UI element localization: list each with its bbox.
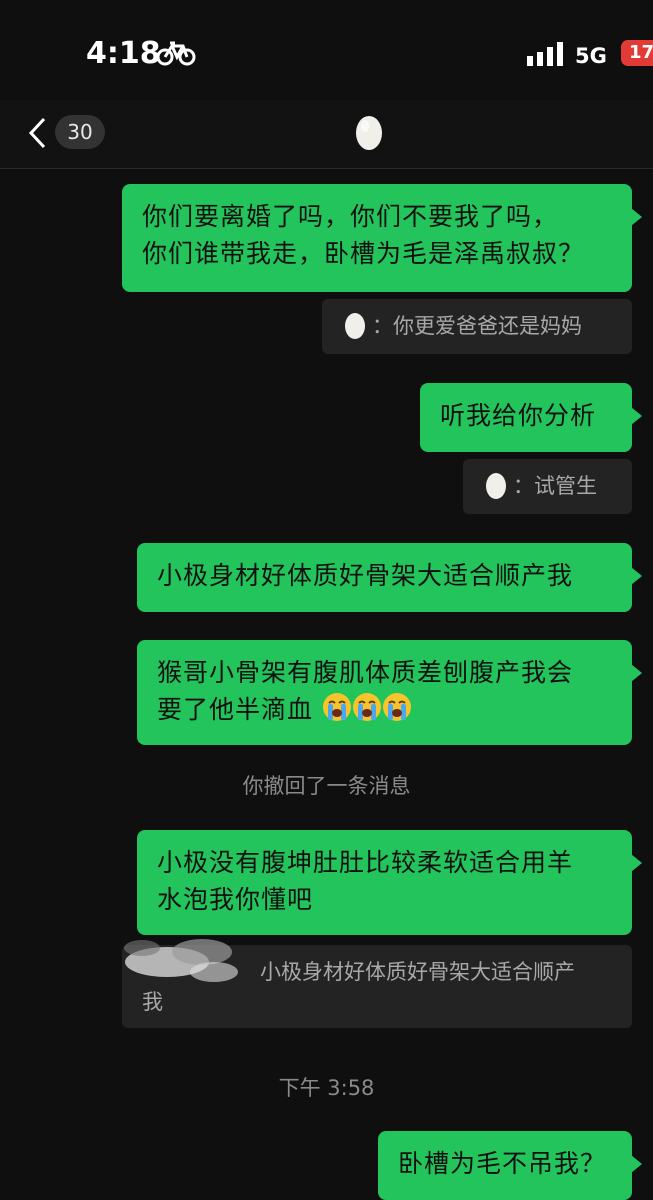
message-line: 猴哥小骨架有腹肌体质差刨腹产我会 — [157, 658, 574, 687]
network-label: 5G — [575, 44, 607, 68]
blurred-sticker-image — [124, 939, 238, 982]
message-line: 你们谁带我走，卧槽为毛是泽禹叔叔？ — [142, 239, 585, 268]
message-line: 水泡我你懂吧 — [157, 885, 314, 914]
quote-prefix: ： — [513, 474, 534, 498]
chat-bubble[interactable]: 小极没有腹坤肚肚比较柔软适合用羊 水泡我你懂吧 — [137, 830, 642, 935]
quote-text: 你更爱爸爸还是妈妈 — [393, 314, 582, 338]
chat-bubble[interactable]: 卧槽为毛不吊我？ — [378, 1131, 642, 1200]
chat-bubble[interactable]: 小极身材好体质好骨架大适合顺产我 — [137, 543, 642, 612]
message-line-with-emoji: 要了他半滴血 — [157, 691, 612, 728]
bicycle-icon — [156, 41, 196, 66]
recall-notice: 你撤回了一条消息 — [242, 774, 411, 798]
egg-icon — [486, 473, 506, 499]
signal-icon — [527, 42, 563, 66]
message-text: 听我给你分析 — [440, 401, 597, 430]
message-text: 小极身材好体质好骨架大适合顺产我 — [157, 561, 574, 590]
quote-text: 试管生 — [534, 474, 597, 498]
status-time: 4:18 — [86, 36, 161, 71]
chevron-left-icon[interactable] — [26, 116, 48, 150]
status-bar: 4:18 5G 17 — [0, 0, 653, 100]
chat-bubble[interactable]: 你们要离婚了吗，你们不要我了吗， 你们谁带我走，卧槽为毛是泽禹叔叔？ — [122, 184, 642, 292]
quoted-message[interactable]: ：你更爱爸爸还是妈妈 — [322, 299, 632, 354]
message-text: 要了他半滴血 — [157, 695, 314, 724]
chat-bubble[interactable]: 听我给你分析 — [420, 383, 642, 452]
message-text: 卧槽为毛不吊我？ — [398, 1149, 607, 1178]
quote-line: 我 — [142, 990, 163, 1014]
message-line: 你们要离婚了吗，你们不要我了吗， — [142, 202, 559, 231]
quoted-message[interactable]: ：试管生 — [463, 459, 632, 514]
timestamp: 下午 3:58 — [278, 1076, 375, 1100]
egg-icon — [345, 313, 365, 339]
loudly-crying-face-icon — [382, 693, 411, 721]
battery-indicator: 17 — [621, 40, 653, 66]
unread-count-badge[interactable]: 30 — [55, 115, 105, 149]
quote-prefix: ： — [372, 314, 393, 338]
chat-header: 30 — [0, 100, 653, 169]
egg-icon[interactable] — [354, 113, 384, 151]
loudly-crying-face-icon — [352, 693, 381, 721]
loudly-crying-face-icon — [322, 693, 351, 721]
message-line: 小极没有腹坤肚肚比较柔软适合用羊 — [157, 848, 574, 877]
chat-bubble[interactable]: 猴哥小骨架有腹肌体质差刨腹产我会 要了他半滴血 — [137, 640, 642, 745]
